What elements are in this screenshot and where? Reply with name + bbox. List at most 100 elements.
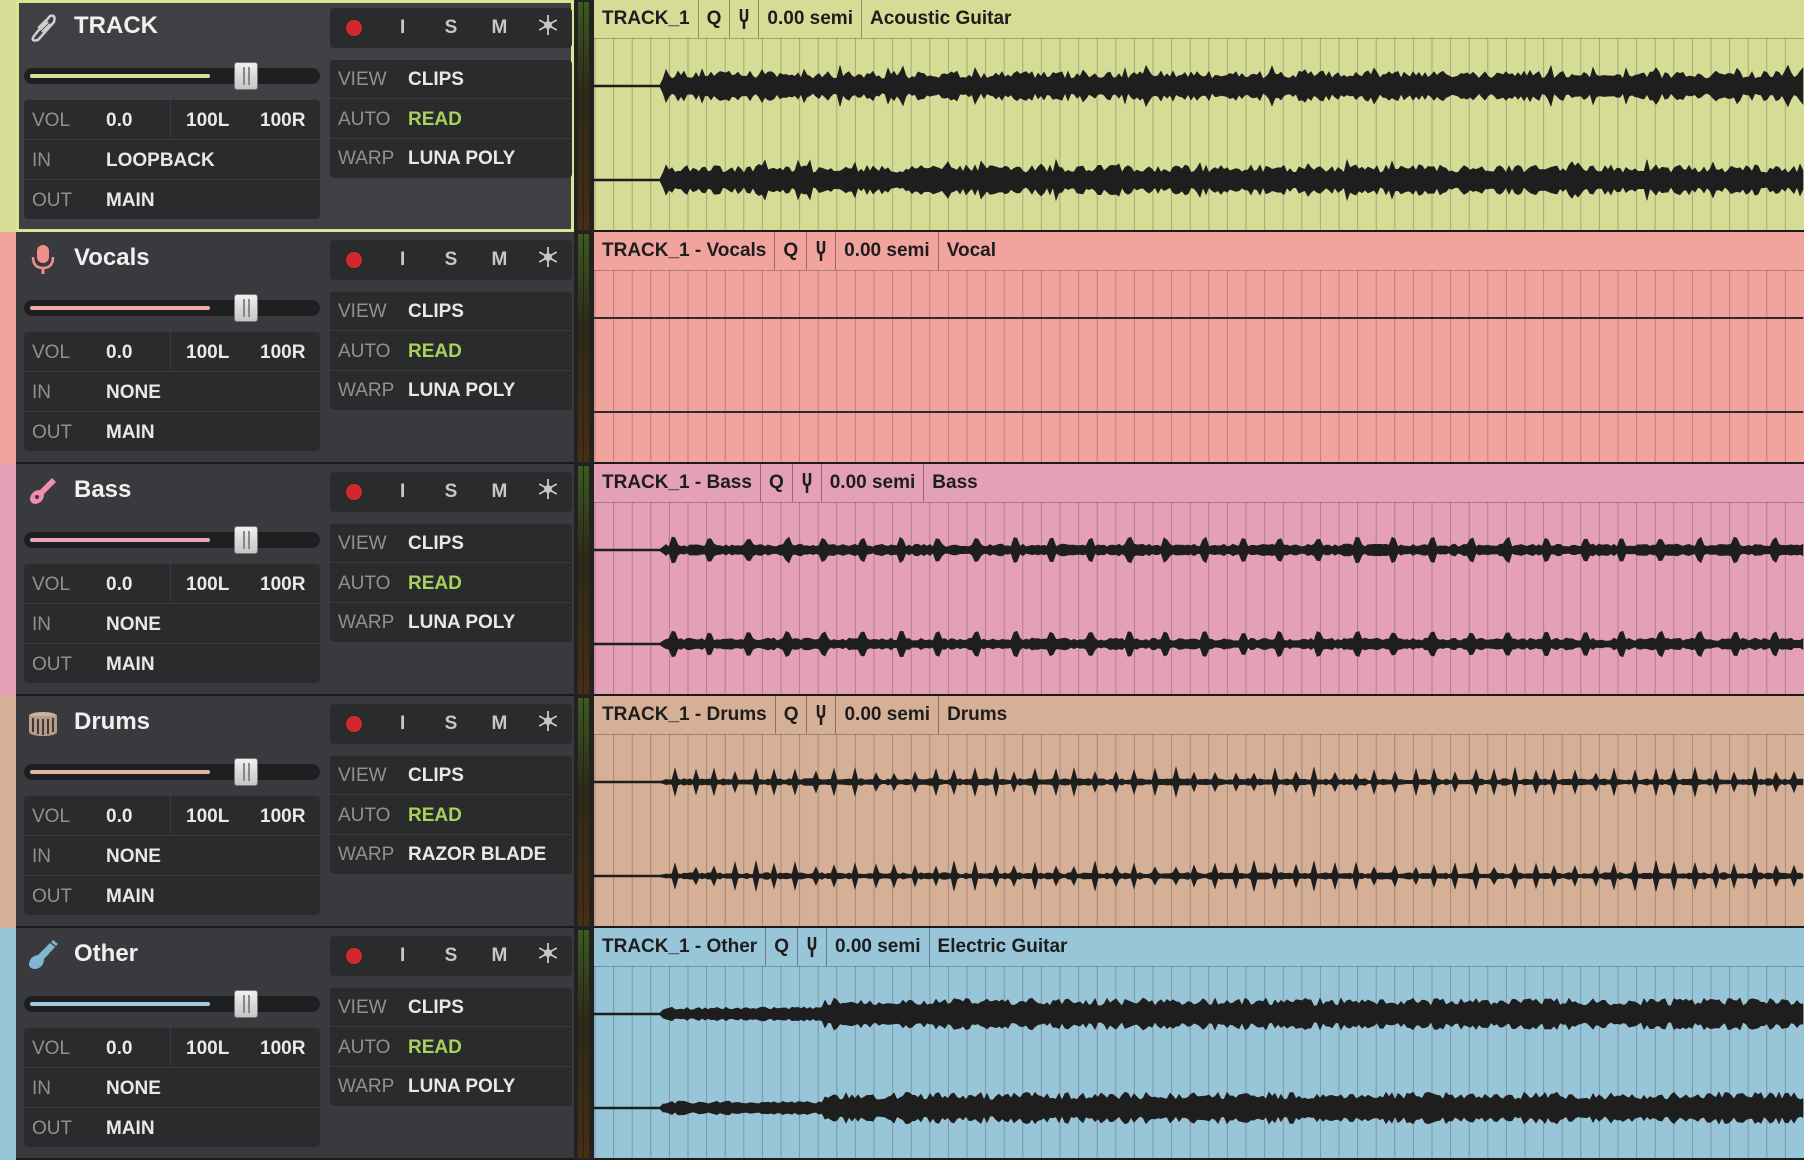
input-monitor-button[interactable]: I: [378, 704, 426, 744]
pitch-semitones[interactable]: 0.00 semi: [759, 0, 862, 38]
input-row[interactable]: IN NONE: [24, 1068, 320, 1108]
record-arm-button[interactable]: [330, 240, 378, 280]
volume-fader-thumb[interactable]: [234, 758, 258, 786]
input-value[interactable]: NONE: [106, 382, 161, 404]
record-arm-button[interactable]: [330, 8, 378, 48]
view-row[interactable]: VIEW CLIPS: [330, 292, 572, 331]
input-row[interactable]: IN NONE: [24, 836, 320, 876]
clip-instrument-type[interactable]: Electric Guitar: [930, 928, 1076, 966]
track-color-strip[interactable]: [0, 696, 16, 928]
output-value[interactable]: MAIN: [106, 422, 155, 444]
clip-instrument-type[interactable]: Bass: [924, 464, 985, 502]
automation-row[interactable]: AUTO READ: [330, 332, 572, 371]
mute-button[interactable]: M: [475, 8, 523, 48]
volume-fader-thumb[interactable]: [234, 294, 258, 322]
freeze-button[interactable]: [524, 472, 572, 512]
track-header[interactable]: Other I S M VOL 0.0 100L 100R IN NONE OUT MAIN VIEW C…: [16, 928, 574, 1160]
input-row[interactable]: IN NONE: [24, 604, 320, 644]
record-arm-button[interactable]: [330, 936, 378, 976]
output-row[interactable]: OUT MAIN: [24, 876, 320, 916]
warp-value[interactable]: RAZOR BLADE: [408, 844, 546, 866]
input-value[interactable]: NONE: [106, 614, 161, 636]
volume-fader[interactable]: [24, 526, 320, 554]
output-row[interactable]: OUT MAIN: [24, 1108, 320, 1148]
pitch-semitones[interactable]: 0.00 semi: [822, 464, 925, 502]
input-monitor-button[interactable]: I: [378, 240, 426, 280]
tuning-fork-icon[interactable]: [807, 696, 837, 734]
quantize-button[interactable]: Q: [776, 696, 808, 734]
pan-left-value[interactable]: 100L: [186, 806, 229, 828]
automation-row[interactable]: AUTO READ: [330, 796, 572, 835]
track-header[interactable]: Vocals I S M VOL 0.0 100L 100R IN NONE OUT MAIN VIEW…: [16, 232, 574, 464]
vol-value[interactable]: 0.0: [106, 1038, 132, 1060]
pitch-semitones[interactable]: 0.00 semi: [836, 232, 939, 270]
vol-value[interactable]: 0.0: [106, 110, 132, 132]
clip-header[interactable]: TRACK_1 - Vocals Q 0.00 semi Vocal: [594, 232, 1004, 270]
volume-fader-thumb[interactable]: [234, 990, 258, 1018]
track-name[interactable]: TRACK: [74, 12, 158, 40]
view-row[interactable]: VIEW CLIPS: [330, 988, 572, 1027]
pan-left-value[interactable]: 100L: [186, 110, 229, 132]
mute-button[interactable]: M: [475, 472, 523, 512]
tuning-fork-icon[interactable]: [798, 928, 827, 966]
view-value[interactable]: CLIPS: [408, 765, 464, 787]
track-color-strip[interactable]: [0, 0, 16, 232]
clip-lane[interactable]: TRACK_1 - Drums Q 0.00 semi Drums: [594, 696, 1804, 928]
automation-row[interactable]: AUTO READ: [330, 564, 572, 603]
warp-value[interactable]: LUNA POLY: [408, 1076, 515, 1098]
input-value[interactable]: NONE: [106, 846, 161, 868]
tuning-fork-icon[interactable]: [730, 0, 760, 38]
input-monitor-button[interactable]: I: [378, 8, 426, 48]
track-header[interactable]: Drums I S M VOL 0.0 100L 100R IN NONE OUT MAIN VIEW C…: [16, 696, 574, 928]
warp-value[interactable]: LUNA POLY: [408, 612, 515, 634]
auto-value[interactable]: READ: [408, 1037, 462, 1059]
warp-row[interactable]: WARP RAZOR BLADE: [330, 835, 572, 874]
volume-fader-thumb[interactable]: [234, 526, 258, 554]
clip-lane[interactable]: TRACK_1 - Vocals Q 0.00 semi Vocal: [594, 232, 1804, 464]
output-value[interactable]: MAIN: [106, 886, 155, 908]
pan-right-value[interactable]: 100R: [260, 1038, 305, 1060]
electric-guitar-icon[interactable]: [26, 938, 60, 972]
solo-button[interactable]: S: [427, 240, 475, 280]
pan-left-value[interactable]: 100L: [186, 342, 229, 364]
mute-button[interactable]: M: [475, 704, 523, 744]
quantize-button[interactable]: Q: [766, 928, 798, 966]
quantize-button[interactable]: Q: [775, 232, 808, 270]
freeze-button[interactable]: [524, 704, 572, 744]
solo-button[interactable]: S: [427, 936, 475, 976]
quantize-button[interactable]: Q: [761, 464, 793, 502]
warp-row[interactable]: WARP LUNA POLY: [330, 1067, 572, 1106]
pan-right-value[interactable]: 100R: [260, 574, 305, 596]
pan-right-value[interactable]: 100R: [260, 110, 305, 132]
track-name[interactable]: Vocals: [74, 244, 150, 272]
warp-row[interactable]: WARP LUNA POLY: [330, 603, 572, 642]
input-row[interactable]: IN NONE: [24, 372, 320, 412]
solo-button[interactable]: S: [427, 704, 475, 744]
pan-left-value[interactable]: 100L: [186, 1038, 229, 1060]
track-name[interactable]: Drums: [74, 708, 150, 736]
waveform-display[interactable]: [594, 966, 1804, 1160]
view-value[interactable]: CLIPS: [408, 533, 464, 555]
vol-value[interactable]: 0.0: [106, 806, 132, 828]
output-row[interactable]: OUT MAIN: [24, 412, 320, 452]
clip-header[interactable]: TRACK_1 - Bass Q 0.00 semi Bass: [594, 464, 986, 502]
output-value[interactable]: MAIN: [106, 1118, 155, 1140]
view-row[interactable]: VIEW CLIPS: [330, 60, 572, 99]
input-value[interactable]: NONE: [106, 1078, 161, 1100]
auto-value[interactable]: READ: [408, 805, 462, 827]
volume-fader[interactable]: [24, 294, 320, 322]
clip-lane[interactable]: TRACK_1 Q 0.00 semi Acoustic Guitar: [594, 0, 1804, 232]
auto-value[interactable]: READ: [408, 341, 462, 363]
pan-right-value[interactable]: 100R: [260, 342, 305, 364]
bass-guitar-icon[interactable]: [26, 474, 60, 508]
record-arm-button[interactable]: [330, 472, 378, 512]
auto-value[interactable]: READ: [408, 109, 462, 131]
auto-value[interactable]: READ: [408, 573, 462, 595]
volume-fader[interactable]: [24, 62, 320, 90]
track-color-strip[interactable]: [0, 464, 16, 696]
mute-button[interactable]: M: [475, 936, 523, 976]
clip-lane[interactable]: TRACK_1 - Other Q 0.00 semi Electric Guitar: [594, 928, 1804, 1160]
mute-button[interactable]: M: [475, 240, 523, 280]
track-header[interactable]: Bass I S M VOL 0.0 100L 100R IN NONE OUT MAIN VIEW CL…: [16, 464, 574, 696]
clip-name[interactable]: TRACK_1 - Drums: [594, 696, 776, 734]
